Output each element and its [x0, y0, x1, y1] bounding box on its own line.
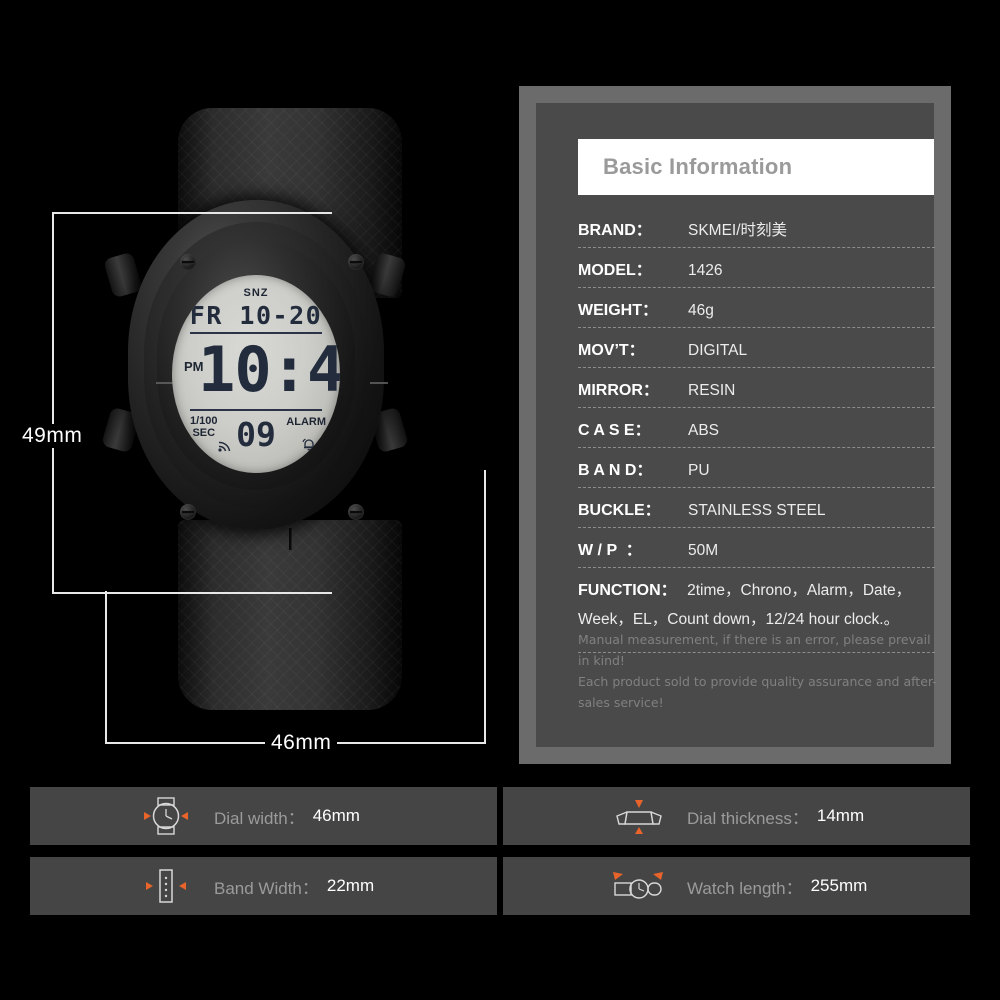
spec-list: BRAND： SKMEI/时刻美 MODEL： 1426 WEIGHT： 46g… — [578, 208, 935, 653]
product-spec-sheet: SNZ FR 10-20 PM 10:48 1/100 SEC 09 ALARM — [0, 0, 1000, 1000]
strap-notch — [289, 528, 292, 550]
spec-value: 46g — [688, 302, 714, 319]
spec-row-band: B A N D： PU — [578, 448, 935, 488]
spec-value: PU — [688, 462, 710, 479]
measurement-value: 46mm — [312, 806, 360, 825]
lcd-date-row: FR 10-20 — [189, 301, 323, 330]
watch-product-photo: SNZ FR 10-20 PM 10:48 1/100 SEC 09 ALARM — [0, 0, 510, 775]
spec-label: W / P ： — [578, 542, 642, 559]
spec-label: MOV’T： — [578, 342, 645, 359]
watch-dial-width-icon — [130, 794, 202, 838]
spec-label: WEIGHT： — [578, 302, 658, 319]
measurement-value: 22mm — [326, 876, 375, 895]
lcd-snooze-indicator: SNZ — [243, 287, 269, 299]
bezel-screw — [180, 504, 196, 520]
watch-strap-bottom — [178, 520, 402, 710]
measurement-box-watch-length: Watch length： 255mm — [503, 857, 970, 915]
watch-pusher-left-top — [103, 251, 143, 299]
measurement-box-dial-width: Dial width： 46mm — [30, 787, 497, 845]
watch-band-width-icon — [130, 864, 202, 908]
spec-value: DIGITAL — [688, 342, 748, 359]
signal-wave-icon — [218, 440, 232, 455]
dim-tick-top — [52, 212, 332, 214]
fineprint-line-2: Each product sold to provide quality ass… — [578, 674, 937, 710]
spec-row-brand: BRAND： SKMEI/时刻美 — [578, 208, 935, 248]
basic-information-title-box: Basic Information — [578, 139, 934, 195]
measurement-value: 255mm — [810, 876, 868, 895]
measurement-box-band-width: Band Width： 22mm — [30, 857, 497, 915]
bezel-screw — [348, 504, 364, 520]
dim-vertical-right — [484, 470, 486, 743]
spec-row-weight: WEIGHT： 46g — [578, 288, 935, 328]
dim-vertical-line — [52, 212, 54, 593]
spec-label: MIRROR： — [578, 382, 659, 399]
watch-lcd-display: SNZ FR 10-20 PM 10:48 1/100 SEC 09 ALARM — [172, 275, 340, 473]
spec-value: 1426 — [688, 262, 723, 279]
spec-row-movement: MOV’T： DIGITAL — [578, 328, 935, 368]
dimension-label-height: 49mm — [16, 424, 89, 448]
dimension-label-width: 46mm — [265, 731, 338, 755]
alarm-bell-icon — [302, 438, 316, 454]
basic-information-panel: Basic Information BRAND： SKMEI/时刻美 MODEL… — [536, 103, 937, 747]
bezel-screw — [348, 254, 364, 270]
spec-value: RESIN — [688, 382, 736, 399]
dim-tick-bottom — [52, 592, 332, 594]
spec-label: C A S E： — [578, 422, 651, 439]
spec-value: 50M — [688, 542, 719, 559]
dim-vertical-left — [105, 591, 107, 743]
lcd-divider — [190, 409, 322, 411]
measurement-label: Band Width： — [214, 878, 319, 898]
spec-label: FUNCTION： — [578, 582, 677, 599]
spec-row-mirror: MIRROR： RESIN — [578, 368, 935, 408]
basic-information-title: Basic Information — [603, 154, 793, 179]
spec-value: SKMEI/时刻美 — [688, 222, 788, 239]
measurement-value: 14mm — [816, 806, 865, 825]
measurement-label: Dial width： — [214, 808, 305, 828]
watch-dial-thickness-icon — [603, 794, 675, 838]
spec-label: BUCKLE： — [578, 502, 661, 519]
lcd-time: 10:48 — [198, 333, 340, 406]
spec-row-case: C A S E： ABS — [578, 408, 935, 448]
fineprint-line-1: Manual measurement, if there is an error… — [578, 632, 931, 668]
spec-label: MODEL： — [578, 262, 652, 279]
spec-row-water-resistance: W / P ： 50M — [578, 528, 935, 568]
measurement-label: Watch length： — [687, 878, 803, 898]
fineprint-disclaimer: Manual measurement, if there is an error… — [578, 629, 938, 713]
lcd-alarm-label: ALARM — [286, 416, 326, 428]
measurement-box-dial-thickness: Dial thickness： 14mm — [503, 787, 970, 845]
spec-value: STAINLESS STEEL — [688, 502, 826, 519]
bezel-tick — [370, 382, 388, 384]
watch-length-icon — [603, 864, 675, 908]
measurement-label: Dial thickness： — [687, 808, 809, 828]
spec-value: ABS — [688, 422, 720, 439]
spec-label: B A N D： — [578, 462, 653, 479]
basic-information-frame: Basic Information BRAND： SKMEI/时刻美 MODEL… — [519, 86, 951, 764]
spec-label: BRAND： — [578, 222, 652, 239]
spec-row-buckle: BUCKLE： STAINLESS STEEL — [578, 488, 935, 528]
spec-row-model: MODEL： 1426 — [578, 248, 935, 288]
bezel-screw — [180, 254, 196, 270]
